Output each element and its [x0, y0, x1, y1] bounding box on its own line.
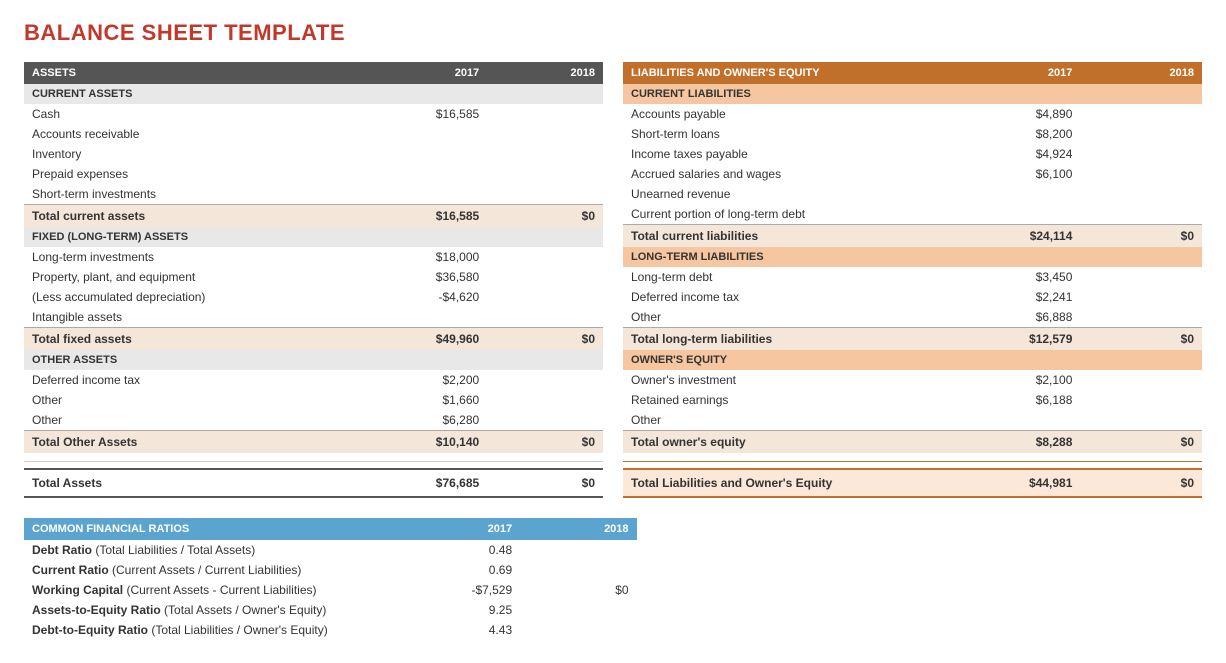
- table-row: Property, plant, and equipment $36,580: [24, 267, 603, 287]
- liabilities-header-2017: 2017: [959, 62, 1081, 84]
- assets-total-row-1: Total fixed assets $49,960 $0: [24, 328, 603, 351]
- table-row: Other $1,660: [24, 390, 603, 410]
- table-row: Retained earnings $6,188: [623, 390, 1202, 410]
- table-row: Assets-to-Equity Ratio (Total Assets / O…: [24, 600, 637, 620]
- table-row: Debt Ratio (Total Liabilities / Total As…: [24, 540, 637, 560]
- table-row: Long-term investments $18,000: [24, 247, 603, 267]
- assets-section: ASSETS 2017 2018 CURRENT ASSETS Cash $16…: [24, 62, 603, 498]
- liabilities-grand-total-row: Total Liabilities and Owner's Equity $44…: [623, 469, 1202, 497]
- table-row: Other $6,280: [24, 410, 603, 431]
- ratios-section: COMMON FINANCIAL RATIOS 2017 2018 Debt R…: [24, 518, 1202, 640]
- liabilities-table: LIABILITIES AND OWNER'S EQUITY 2017 2018…: [623, 62, 1202, 453]
- table-row: Intangible assets: [24, 307, 603, 328]
- liabilities-header-label: LIABILITIES AND OWNER'S EQUITY: [623, 62, 959, 84]
- table-row: Long-term debt $3,450: [623, 267, 1202, 287]
- table-row: Current portion of long-term debt: [623, 204, 1202, 225]
- ratios-header-2017: 2017: [404, 518, 520, 540]
- liabilities-total-row-0: Total current liabilities $24,114 $0: [623, 225, 1202, 248]
- liabilities-header-2018: 2018: [1080, 62, 1202, 84]
- assets-grand-total-2017: $76,685: [371, 469, 487, 497]
- liabilities-grand-total-2017: $44,981: [959, 469, 1081, 497]
- ratios-table: COMMON FINANCIAL RATIOS 2017 2018 Debt R…: [24, 518, 637, 640]
- table-row: Debt-to-Equity Ratio (Total Liabilities …: [24, 620, 637, 640]
- liabilities-header-row: LIABILITIES AND OWNER'S EQUITY 2017 2018: [623, 62, 1202, 84]
- liabilities-section-header-1: LONG-TERM LIABILITIES: [623, 247, 1202, 267]
- table-row: Working Capital (Current Assets - Curren…: [24, 580, 637, 600]
- liabilities-grand-total-2018: $0: [1080, 469, 1202, 497]
- assets-header-2017: 2017: [371, 62, 487, 84]
- liabilities-grand-total-label: Total Liabilities and Owner's Equity: [623, 469, 959, 497]
- ratios-header-label: COMMON FINANCIAL RATIOS: [24, 518, 404, 540]
- table-row: Inventory: [24, 144, 603, 164]
- table-row: Owner's investment $2,100: [623, 370, 1202, 390]
- table-row: Short-term loans $8,200: [623, 124, 1202, 144]
- assets-header-2018: 2018: [487, 62, 603, 84]
- table-row: Accrued salaries and wages $6,100: [623, 164, 1202, 184]
- assets-header-label: ASSETS: [24, 62, 371, 84]
- assets-grand-total-table: Total Assets $76,685 $0: [24, 468, 603, 498]
- table-row: Accounts receivable: [24, 124, 603, 144]
- table-row: (Less accumulated depreciation) -$4,620: [24, 287, 603, 307]
- assets-header-row: ASSETS 2017 2018: [24, 62, 603, 84]
- liabilities-grand-total-table: Total Liabilities and Owner's Equity $44…: [623, 468, 1202, 498]
- table-row: Cash $16,585: [24, 104, 603, 124]
- page-title: BALANCE SHEET TEMPLATE: [24, 20, 1202, 46]
- table-row: Prepaid expenses: [24, 164, 603, 184]
- liabilities-total-row-2: Total owner's equity $8,288 $0: [623, 431, 1202, 454]
- assets-total-row-0: Total current assets $16,585 $0: [24, 205, 603, 228]
- table-row: Accounts payable $4,890: [623, 104, 1202, 124]
- table-row: Current Ratio (Current Assets / Current …: [24, 560, 637, 580]
- liabilities-section: LIABILITIES AND OWNER'S EQUITY 2017 2018…: [623, 62, 1202, 498]
- assets-grand-total-label: Total Assets: [24, 469, 371, 497]
- liabilities-section-header-2: OWNER'S EQUITY: [623, 350, 1202, 370]
- liabilities-section-header-0: CURRENT LIABILITIES: [623, 84, 1202, 104]
- assets-section-header-2: OTHER ASSETS: [24, 350, 603, 370]
- assets-section-header-0: CURRENT ASSETS: [24, 84, 603, 104]
- assets-grand-total-2018: $0: [487, 469, 603, 497]
- assets-section-header-1: FIXED (LONG-TERM) ASSETS: [24, 227, 603, 247]
- table-row: Income taxes payable $4,924: [623, 144, 1202, 164]
- main-tables: ASSETS 2017 2018 CURRENT ASSETS Cash $16…: [24, 62, 1202, 498]
- table-row: Other $6,888: [623, 307, 1202, 328]
- ratios-header-2018: 2018: [520, 518, 636, 540]
- assets-table: ASSETS 2017 2018 CURRENT ASSETS Cash $16…: [24, 62, 603, 453]
- table-row: Unearned revenue: [623, 184, 1202, 204]
- table-row: Deferred income tax $2,200: [24, 370, 603, 390]
- assets-total-row-2: Total Other Assets $10,140 $0: [24, 431, 603, 454]
- liabilities-total-row-1: Total long-term liabilities $12,579 $0: [623, 328, 1202, 351]
- table-row: Short-term investments: [24, 184, 603, 205]
- table-row: Deferred income tax $2,241: [623, 287, 1202, 307]
- assets-grand-total-row: Total Assets $76,685 $0: [24, 469, 603, 497]
- table-row: Other: [623, 410, 1202, 431]
- ratios-header-row: COMMON FINANCIAL RATIOS 2017 2018: [24, 518, 637, 540]
